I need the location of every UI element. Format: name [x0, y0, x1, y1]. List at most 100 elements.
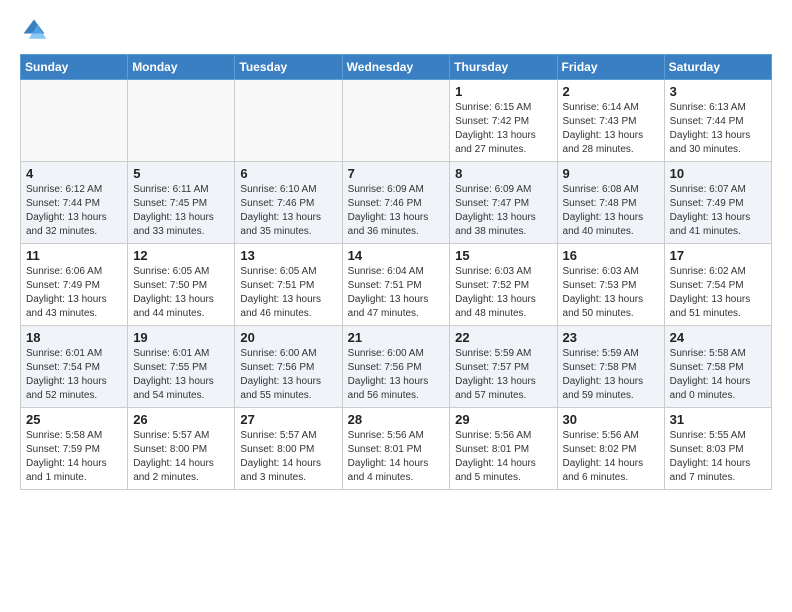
day-number: 9 — [563, 166, 659, 181]
day-detail: Sunrise: 5:55 AM Sunset: 8:03 PM Dayligh… — [670, 429, 766, 485]
calendar-cell — [342, 80, 450, 162]
day-detail: Sunrise: 6:14 AM Sunset: 7:43 PM Dayligh… — [563, 101, 659, 157]
calendar-cell: 3 Sunrise: 6:13 AM Sunset: 7:44 PM Daylig… — [664, 80, 771, 162]
calendar-cell: 12 Sunrise: 6:05 AM Sunset: 7:50 PM Dayli… — [128, 244, 235, 326]
day-detail: Sunrise: 5:58 AM Sunset: 7:59 PM Dayligh… — [26, 429, 122, 485]
day-detail: Sunrise: 5:58 AM Sunset: 7:58 PM Dayligh… — [670, 347, 766, 403]
day-detail: Sunrise: 5:59 AM Sunset: 7:57 PM Dayligh… — [455, 347, 551, 403]
day-detail: Sunrise: 6:05 AM Sunset: 7:51 PM Dayligh… — [240, 265, 336, 321]
calendar-cell: 31 Sunrise: 5:55 AM Sunset: 8:03 PM Dayli… — [664, 408, 771, 490]
day-number: 31 — [670, 412, 766, 427]
day-number: 20 — [240, 330, 336, 345]
day-number: 27 — [240, 412, 336, 427]
day-detail: Sunrise: 6:09 AM Sunset: 7:47 PM Dayligh… — [455, 183, 551, 239]
day-detail: Sunrise: 6:00 AM Sunset: 7:56 PM Dayligh… — [240, 347, 336, 403]
day-number: 2 — [563, 84, 659, 99]
day-number: 24 — [670, 330, 766, 345]
day-number: 11 — [26, 248, 122, 263]
day-detail: Sunrise: 6:06 AM Sunset: 7:49 PM Dayligh… — [26, 265, 122, 321]
weekday-header-friday: Friday — [557, 55, 664, 80]
day-detail: Sunrise: 5:57 AM Sunset: 8:00 PM Dayligh… — [133, 429, 229, 485]
day-detail: Sunrise: 5:56 AM Sunset: 8:01 PM Dayligh… — [348, 429, 445, 485]
day-number: 26 — [133, 412, 229, 427]
calendar-cell: 7 Sunrise: 6:09 AM Sunset: 7:46 PM Daylig… — [342, 162, 450, 244]
day-detail: Sunrise: 6:03 AM Sunset: 7:53 PM Dayligh… — [563, 265, 659, 321]
weekday-header-monday: Monday — [128, 55, 235, 80]
calendar-cell: 15Sunrise: 6:03 AM Sunset: 7:52 PM Dayli… — [450, 244, 557, 326]
day-number: 1 — [455, 84, 551, 99]
day-number: 21 — [348, 330, 445, 345]
day-number: 6 — [240, 166, 336, 181]
day-number: 18 — [26, 330, 122, 345]
calendar-cell: 26 Sunrise: 5:57 AM Sunset: 8:00 PM Dayli… — [128, 408, 235, 490]
day-detail: Sunrise: 6:01 AM Sunset: 7:55 PM Dayligh… — [133, 347, 229, 403]
calendar-cell: 24 Sunrise: 5:58 AM Sunset: 7:58 PM Dayli… — [664, 326, 771, 408]
day-number: 5 — [133, 166, 229, 181]
day-detail: Sunrise: 5:59 AM Sunset: 7:58 PM Dayligh… — [563, 347, 659, 403]
calendar-cell: 8 Sunrise: 6:09 AM Sunset: 7:47 PM Daylig… — [450, 162, 557, 244]
day-detail: Sunrise: 6:08 AM Sunset: 7:48 PM Dayligh… — [563, 183, 659, 239]
day-number: 8 — [455, 166, 551, 181]
weekday-header-row: SundayMondayTuesdayWednesdayThursdayFrid… — [21, 55, 772, 80]
day-number: 29 — [455, 412, 551, 427]
day-detail: Sunrise: 6:07 AM Sunset: 7:49 PM Dayligh… — [670, 183, 766, 239]
day-number: 28 — [348, 412, 445, 427]
day-number: 30 — [563, 412, 659, 427]
day-number: 14 — [348, 248, 445, 263]
calendar-cell: 23 Sunrise: 5:59 AM Sunset: 7:58 PM Dayli… — [557, 326, 664, 408]
day-detail: Sunrise: 6:10 AM Sunset: 7:46 PM Dayligh… — [240, 183, 336, 239]
day-number: 13 — [240, 248, 336, 263]
calendar-cell: 25 Sunrise: 5:58 AM Sunset: 7:59 PM Dayli… — [21, 408, 128, 490]
day-number: 25 — [26, 412, 122, 427]
day-number: 23 — [563, 330, 659, 345]
calendar-cell: 17 Sunrise: 6:02 AM Sunset: 7:54 PM Dayli… — [664, 244, 771, 326]
calendar-row-2: 11 Sunrise: 6:06 AM Sunset: 7:49 PM Dayli… — [21, 244, 772, 326]
weekday-header-tuesday: Tuesday — [235, 55, 342, 80]
day-detail: Sunrise: 6:01 AM Sunset: 7:54 PM Dayligh… — [26, 347, 122, 403]
day-number: 4 — [26, 166, 122, 181]
day-detail: Sunrise: 6:13 AM Sunset: 7:44 PM Dayligh… — [670, 101, 766, 157]
weekday-header-wednesday: Wednesday — [342, 55, 450, 80]
day-number: 19 — [133, 330, 229, 345]
day-number: 15 — [455, 248, 551, 263]
calendar-cell: 9 Sunrise: 6:08 AM Sunset: 7:48 PM Daylig… — [557, 162, 664, 244]
day-number: 17 — [670, 248, 766, 263]
calendar-cell: 2 Sunrise: 6:14 AM Sunset: 7:43 PM Daylig… — [557, 80, 664, 162]
calendar-cell: 21 Sunrise: 6:00 AM Sunset: 7:56 PM Dayli… — [342, 326, 450, 408]
calendar-cell: 10Sunrise: 6:07 AM Sunset: 7:49 PM Dayli… — [664, 162, 771, 244]
day-detail: Sunrise: 6:09 AM Sunset: 7:46 PM Dayligh… — [348, 183, 445, 239]
day-detail: Sunrise: 6:00 AM Sunset: 7:56 PM Dayligh… — [348, 347, 445, 403]
day-detail: Sunrise: 6:11 AM Sunset: 7:45 PM Dayligh… — [133, 183, 229, 239]
calendar-row-1: 4Sunrise: 6:12 AM Sunset: 7:44 PM Daylig… — [21, 162, 772, 244]
day-number: 22 — [455, 330, 551, 345]
calendar-cell: 4Sunrise: 6:12 AM Sunset: 7:44 PM Daylig… — [21, 162, 128, 244]
page: SundayMondayTuesdayWednesdayThursdayFrid… — [0, 0, 792, 506]
calendar-cell: 6 Sunrise: 6:10 AM Sunset: 7:46 PM Daylig… — [235, 162, 342, 244]
day-detail: Sunrise: 5:57 AM Sunset: 8:00 PM Dayligh… — [240, 429, 336, 485]
calendar-cell: 28 Sunrise: 5:56 AM Sunset: 8:01 PM Dayli… — [342, 408, 450, 490]
calendar-row-3: 18 Sunrise: 6:01 AM Sunset: 7:54 PM Dayli… — [21, 326, 772, 408]
calendar-cell — [128, 80, 235, 162]
day-detail: Sunrise: 5:56 AM Sunset: 8:01 PM Dayligh… — [455, 429, 551, 485]
calendar-cell — [235, 80, 342, 162]
calendar-cell: 27 Sunrise: 5:57 AM Sunset: 8:00 PM Dayli… — [235, 408, 342, 490]
calendar-cell: 30Sunrise: 5:56 AM Sunset: 8:02 PM Dayli… — [557, 408, 664, 490]
header — [20, 16, 772, 44]
calendar-cell: 5 Sunrise: 6:11 AM Sunset: 7:45 PM Daylig… — [128, 162, 235, 244]
day-number: 3 — [670, 84, 766, 99]
day-detail: Sunrise: 6:02 AM Sunset: 7:54 PM Dayligh… — [670, 265, 766, 321]
day-number: 12 — [133, 248, 229, 263]
calendar-cell: 16 Sunrise: 6:03 AM Sunset: 7:53 PM Dayli… — [557, 244, 664, 326]
day-detail: Sunrise: 6:04 AM Sunset: 7:51 PM Dayligh… — [348, 265, 445, 321]
weekday-header-thursday: Thursday — [450, 55, 557, 80]
day-number: 16 — [563, 248, 659, 263]
day-detail: Sunrise: 6:05 AM Sunset: 7:50 PM Dayligh… — [133, 265, 229, 321]
calendar-cell: 13 Sunrise: 6:05 AM Sunset: 7:51 PM Dayli… — [235, 244, 342, 326]
calendar-cell: 29 Sunrise: 5:56 AM Sunset: 8:01 PM Dayli… — [450, 408, 557, 490]
calendar-cell: 19 Sunrise: 6:01 AM Sunset: 7:55 PM Dayli… — [128, 326, 235, 408]
calendar-row-4: 25 Sunrise: 5:58 AM Sunset: 7:59 PM Dayli… — [21, 408, 772, 490]
calendar: SundayMondayTuesdayWednesdayThursdayFrid… — [20, 54, 772, 490]
calendar-cell: 20 Sunrise: 6:00 AM Sunset: 7:56 PM Dayli… — [235, 326, 342, 408]
day-number: 7 — [348, 166, 445, 181]
calendar-cell: 18 Sunrise: 6:01 AM Sunset: 7:54 PM Dayli… — [21, 326, 128, 408]
